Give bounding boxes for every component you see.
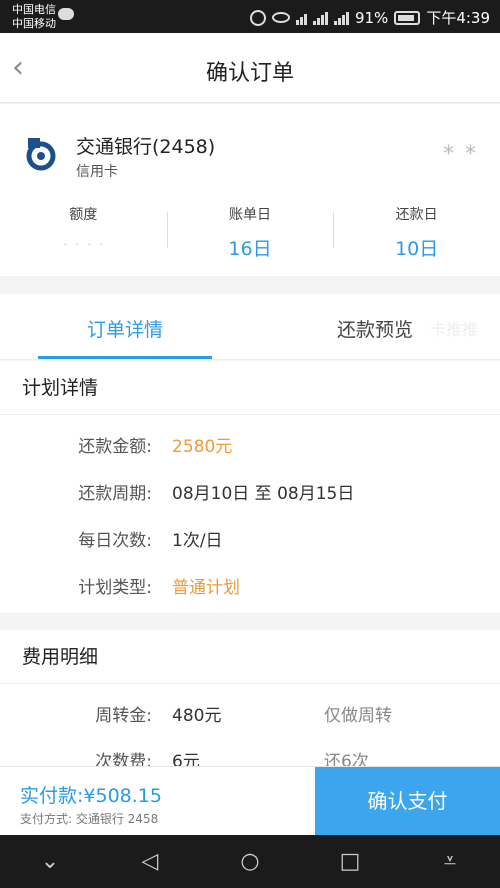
- row-value: 2580元: [172, 437, 233, 457]
- row-label: 周转金:: [95, 705, 152, 726]
- wifi-icon: [295, 11, 307, 25]
- fee-details-section: 费用明细 周转金: 480元 仅做周转 次数费: 6元 还6次: [0, 630, 500, 766]
- row-note: 还6次: [324, 751, 369, 767]
- chevron-down-icon[interactable]: ⌄: [30, 849, 70, 874]
- clock: 下午4:39: [426, 9, 490, 27]
- stat-value: · · · ·: [62, 234, 105, 256]
- carrier-1: 中国电信: [12, 3, 56, 16]
- row-value: 08月10日 至 08月15日: [172, 484, 355, 504]
- section-title: 计划详情: [0, 361, 500, 415]
- row-label: 还款周期:: [78, 484, 152, 504]
- stat-limit: 额度 · · · ·: [0, 200, 167, 260]
- signal-2g-icon: [333, 11, 349, 25]
- fee-row-count-fee: 次数费: 6元 还6次: [0, 736, 500, 767]
- card-info: 交通银行(2458) 信用卡 * * 额度 · · · · 账单日 16日 还款…: [0, 104, 500, 276]
- tab-order-details[interactable]: 订单详情: [0, 294, 250, 359]
- carrier-info: 中国电信 中国移动: [12, 3, 56, 31]
- home-circle-icon[interactable]: ○: [230, 849, 270, 874]
- row-label: 还款金额:: [78, 437, 152, 457]
- nav-bar: ⌄ ◁ ○ □ ⩡: [0, 835, 500, 888]
- row-label: 次数费:: [95, 751, 152, 767]
- stat-label: 账单日: [229, 207, 271, 223]
- row-value: 1次/日: [172, 531, 223, 551]
- header: ‹ 确认订单: [0, 33, 500, 103]
- watermark: 卡推推: [429, 320, 478, 339]
- status-bar: 中国电信 中国移动 91% 下午4:39: [0, 0, 500, 33]
- stat-repay-day: 还款日 10日: [333, 200, 500, 260]
- alarm-icon: [249, 9, 266, 26]
- stat-value: 10日: [395, 238, 439, 260]
- plan-row-daily-count: 每日次数: 1次/日: [0, 515, 500, 562]
- plan-details-section: 计划详情 还款金额: 2580元 还款周期: 08月10日 至 08月15日 每…: [0, 361, 500, 613]
- status-icons: 91% 下午4:39: [249, 7, 490, 28]
- row-value: 6元: [172, 751, 200, 767]
- row-note: 仅做周转: [324, 705, 392, 726]
- back-triangle-icon[interactable]: ◁: [130, 849, 170, 874]
- row-label: 每日次数:: [78, 531, 152, 551]
- notification-pull-icon[interactable]: ⩡: [430, 849, 470, 874]
- stat-label: 还款日: [395, 207, 438, 223]
- row-label: 计划类型:: [78, 578, 152, 598]
- plan-row-amount: 还款金额: 2580元: [0, 421, 500, 468]
- signal-4g-icon: [312, 11, 328, 25]
- page-title: 确认订单: [205, 61, 294, 86]
- pay-method: 支付方式: 交通银行 2458: [20, 812, 159, 826]
- stat-value: 16日: [228, 238, 272, 260]
- stat-bill-day: 账单日 16日: [166, 200, 334, 260]
- battery-percent: 91%: [354, 8, 389, 27]
- masked-holder-name: * *: [443, 142, 478, 167]
- card-type: 信用卡: [76, 164, 118, 180]
- stat-label: 额度: [69, 207, 98, 223]
- fee-row-turnover: 周转金: 480元 仅做周转: [0, 690, 500, 736]
- plan-row-type: 计划类型: 普通计划: [0, 562, 500, 609]
- section-title: 费用明细: [0, 630, 500, 684]
- tab-bar: 订单详情 还款预览: [0, 294, 500, 360]
- card-stats: 额度 · · · · 账单日 16日 还款日 10日: [0, 200, 500, 260]
- row-value: 480元: [172, 705, 222, 726]
- recents-square-icon[interactable]: □: [330, 849, 370, 874]
- bank-name: 交通银行(2458): [76, 136, 216, 158]
- eye-icon: [271, 12, 290, 23]
- message-icon: [58, 8, 74, 20]
- carrier-2: 中国移动: [12, 17, 56, 30]
- battery-icon: [394, 10, 421, 25]
- plan-row-period: 还款周期: 08月10日 至 08月15日: [0, 468, 500, 515]
- payment-bar: 实付款:¥508.15 支付方式: 交通银行 2458 确认支付: [0, 766, 500, 836]
- bank-logo-icon: [26, 138, 56, 171]
- confirm-pay-button[interactable]: 确认支付: [315, 767, 500, 836]
- pay-amount: 实付款:¥508.15: [20, 785, 162, 807]
- row-value: 普通计划: [172, 578, 240, 598]
